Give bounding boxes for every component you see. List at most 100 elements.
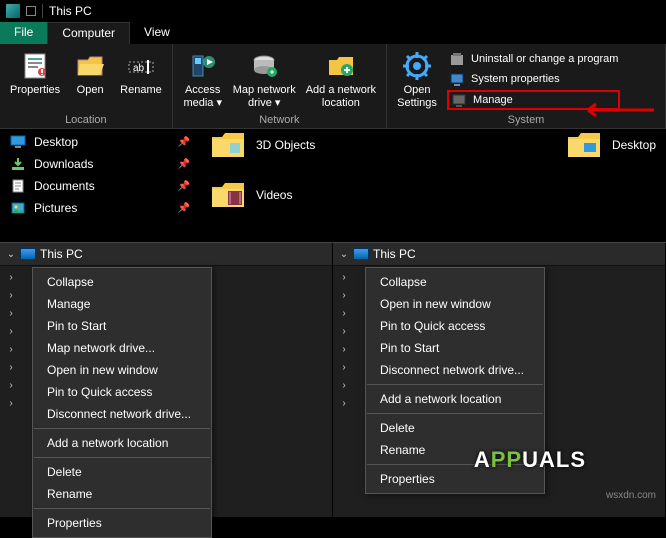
settings-icon xyxy=(401,50,433,82)
tab-file[interactable]: File xyxy=(0,22,47,44)
sidebar-item-pictures[interactable]: Pictures 📌 xyxy=(0,197,200,219)
map-network-drive-button[interactable]: Map network drive ▾ xyxy=(229,48,300,112)
add-location-icon xyxy=(325,50,357,82)
chevron-right-icon[interactable]: › xyxy=(6,290,16,301)
sidebar-item-downloads[interactable]: Downloads 📌 xyxy=(0,153,200,175)
watermark-text: UALS xyxy=(522,447,586,472)
chevron-right-icon[interactable]: › xyxy=(339,326,349,337)
properties-icon xyxy=(19,50,51,82)
pin-icon: 📌 xyxy=(178,181,190,192)
tab-view[interactable]: View xyxy=(130,22,184,44)
system-properties-button[interactable]: System properties xyxy=(447,70,620,88)
chevron-down-icon[interactable]: ⌄ xyxy=(339,249,349,260)
map-drive-icon xyxy=(248,50,280,82)
documents-icon xyxy=(10,178,26,194)
context-menu-separator xyxy=(367,413,543,414)
pane-right: ⌄ This PC › › › › › › › › CollapseOpen i… xyxy=(333,243,666,517)
divider xyxy=(42,4,43,18)
add-location-label: Add a network location xyxy=(306,84,376,110)
chevron-right-icon[interactable]: › xyxy=(339,398,349,409)
sidebar-item-label: Desktop xyxy=(34,135,78,149)
tree-node-this-pc[interactable]: ⌄ This PC xyxy=(0,243,332,266)
context-menu-item[interactable]: Rename xyxy=(33,483,211,505)
rename-button[interactable]: ab Rename xyxy=(116,48,166,99)
pictures-icon xyxy=(10,200,26,216)
folder-label: 3D Objects xyxy=(256,138,315,152)
chevron-right-icon[interactable]: › xyxy=(6,398,16,409)
access-media-button[interactable]: Access media ▾ xyxy=(179,48,227,112)
context-menu-item[interactable]: Collapse xyxy=(33,271,211,293)
folder-label: Videos xyxy=(256,188,292,202)
context-menu-item[interactable]: Pin to Quick access xyxy=(33,381,211,403)
system-properties-icon xyxy=(449,71,465,87)
context-menu-item[interactable]: Manage xyxy=(33,293,211,315)
tree-label: This PC xyxy=(40,247,83,261)
context-menu-item[interactable]: Pin to Start xyxy=(366,337,544,359)
pin-icon: 📌 xyxy=(178,137,190,148)
chevron-right-icon[interactable]: › xyxy=(6,362,16,373)
chevron-right-icon[interactable]: › xyxy=(339,290,349,301)
context-menu-item[interactable]: Delete xyxy=(366,417,544,439)
desktop-icon xyxy=(10,134,26,150)
tree-node-this-pc[interactable]: ⌄ This PC xyxy=(333,243,665,266)
window-system-icon[interactable] xyxy=(6,4,20,18)
navigation-sidebar: Desktop 📌 Downloads 📌 Documents 📌 Pictur… xyxy=(0,129,200,242)
uninstall-program-button[interactable]: Uninstall or change a program xyxy=(447,50,620,68)
context-menu-item[interactable]: Disconnect network drive... xyxy=(33,403,211,425)
ribbon: Properties Open ab Rename Location xyxy=(0,44,666,129)
context-menu-separator xyxy=(34,428,210,429)
map-drive-label: Map network drive ▾ xyxy=(233,84,296,110)
context-menu-separator xyxy=(34,508,210,509)
context-menu-left: CollapseManagePin to StartMap network dr… xyxy=(32,267,212,538)
titlebar: This PC xyxy=(0,0,666,22)
folder-icon xyxy=(210,181,246,209)
this-pc-icon xyxy=(20,248,36,260)
tab-computer[interactable]: Computer xyxy=(47,22,130,44)
context-menu-item[interactable]: Open in new window xyxy=(366,293,544,315)
chevron-right-icon[interactable]: › xyxy=(339,380,349,391)
content-area: Desktop 📌 Downloads 📌 Documents 📌 Pictur… xyxy=(0,129,666,242)
folder-desktop[interactable]: Desktop xyxy=(566,131,656,159)
context-menu-item[interactable]: Add a network location xyxy=(366,388,544,410)
watermark-text: A xyxy=(474,447,491,472)
qat-button[interactable] xyxy=(26,6,36,16)
chevron-right-icon[interactable]: › xyxy=(6,272,16,283)
folder-videos[interactable]: Videos xyxy=(210,181,406,209)
manage-icon xyxy=(451,92,467,108)
context-menu-item[interactable]: Delete xyxy=(33,461,211,483)
chevron-right-icon[interactable]: › xyxy=(339,344,349,355)
open-label: Open xyxy=(77,84,104,97)
sidebar-item-desktop[interactable]: Desktop 📌 xyxy=(0,131,200,153)
open-icon xyxy=(74,50,106,82)
context-menu-item[interactable]: Pin to Start xyxy=(33,315,211,337)
folder-3d-objects[interactable]: 3D Objects xyxy=(210,131,406,159)
context-menu-item[interactable]: Map network drive... xyxy=(33,337,211,359)
folder-label: Desktop xyxy=(612,138,656,152)
chevron-right-icon[interactable]: › xyxy=(6,326,16,337)
context-menu-separator xyxy=(34,457,210,458)
folder-icon xyxy=(566,131,602,159)
chevron-right-icon[interactable]: › xyxy=(6,380,16,391)
chevron-right-icon[interactable]: › xyxy=(339,308,349,319)
ribbon-group-location: Properties Open ab Rename Location xyxy=(0,44,173,128)
rename-icon: ab xyxy=(125,50,157,82)
chevron-right-icon[interactable]: › xyxy=(6,344,16,355)
sidebar-item-documents[interactable]: Documents 📌 xyxy=(0,175,200,197)
context-menu-item[interactable]: Pin to Quick access xyxy=(366,315,544,337)
chevron-right-icon[interactable]: › xyxy=(6,308,16,319)
add-network-location-button[interactable]: Add a network location xyxy=(302,48,380,112)
context-menu-item[interactable]: Properties xyxy=(33,512,211,534)
open-settings-button[interactable]: Open Settings xyxy=(393,48,441,112)
properties-button[interactable]: Properties xyxy=(6,48,64,99)
chevron-right-icon[interactable]: › xyxy=(339,362,349,373)
open-button[interactable]: Open xyxy=(66,48,114,99)
context-menu-item[interactable]: Disconnect network drive... xyxy=(366,359,544,381)
context-menu-item[interactable]: Collapse xyxy=(366,271,544,293)
this-pc-icon xyxy=(353,248,369,260)
system-properties-label: System properties xyxy=(471,73,560,85)
chevron-down-icon[interactable]: ⌄ xyxy=(6,249,16,260)
context-menu-item[interactable]: Open in new window xyxy=(33,359,211,381)
callout-arrow xyxy=(576,100,656,123)
chevron-right-icon[interactable]: › xyxy=(339,272,349,283)
context-menu-item[interactable]: Add a network location xyxy=(33,432,211,454)
